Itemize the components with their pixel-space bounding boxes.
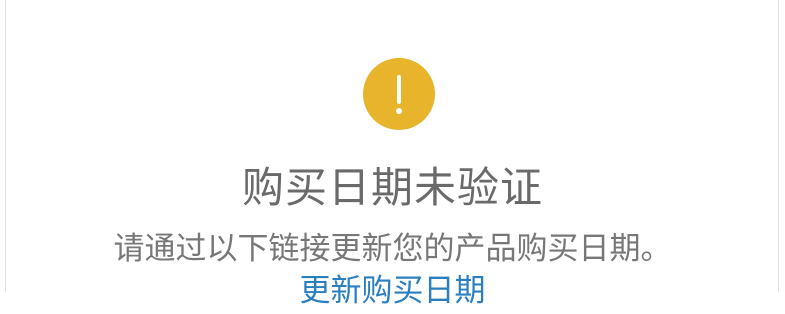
exclamation-dot bbox=[396, 108, 402, 114]
dialog-title: 购买日期未验证 bbox=[241, 163, 543, 212]
update-purchase-date-link[interactable]: 更新购买日期 bbox=[0, 268, 785, 314]
exclamation-bar bbox=[397, 75, 401, 104]
dialog-message: 请通过以下链接更新您的产品购买日期。 bbox=[113, 231, 672, 267]
warning-icon bbox=[363, 58, 435, 130]
